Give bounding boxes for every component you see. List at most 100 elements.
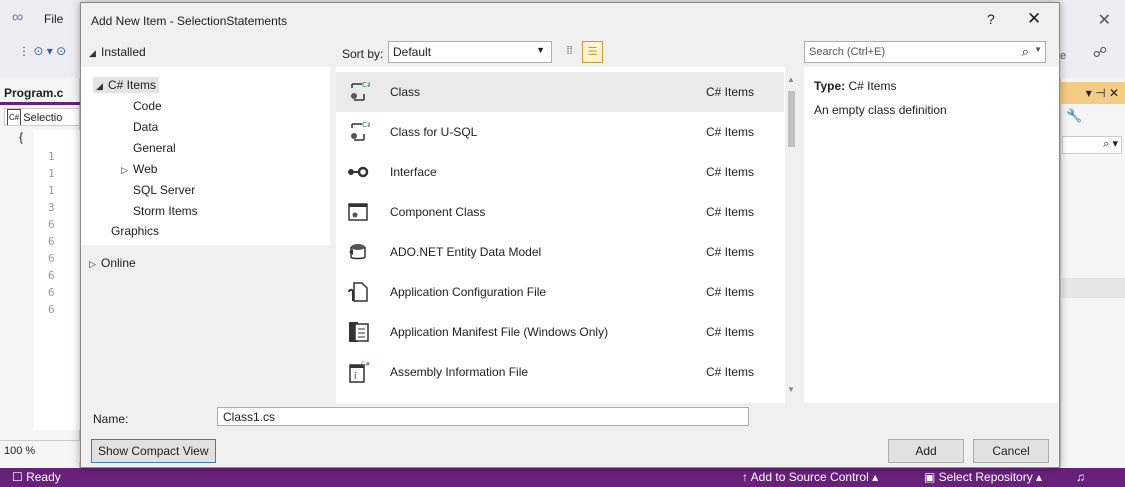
name-input[interactable]: Class1.cs xyxy=(217,407,749,426)
template-row-assembly-info[interactable]: i C# Assembly Information File C# Items xyxy=(336,352,784,392)
template-row-usql-class[interactable]: C# Class for U-SQL C# Items xyxy=(336,112,784,152)
navigation-combo[interactable]: C# Selectio xyxy=(4,108,80,126)
status-ready: ☐ Ready xyxy=(12,470,61,484)
vs-text-fragment: e xyxy=(1060,50,1067,62)
template-category: C# Items xyxy=(706,125,755,139)
help-button[interactable]: ? xyxy=(987,11,995,27)
tree-installed-label: Installed xyxy=(101,45,146,59)
template-category: C# Items xyxy=(706,325,755,339)
scroll-down-icon[interactable]: ▼ xyxy=(787,385,795,394)
line-number: 3 xyxy=(48,201,55,214)
sort-by-label: Sort by: xyxy=(342,47,384,61)
template-row-manifest-file[interactable]: Application Manifest File (Windows Only)… xyxy=(336,312,784,352)
svg-text:C#: C# xyxy=(362,81,370,89)
template-row-class[interactable]: C# Class C# Items xyxy=(336,72,784,112)
tree-item-general[interactable]: General xyxy=(133,141,176,155)
interface-icon xyxy=(348,166,369,178)
template-name: ADO.NET Entity Data Model xyxy=(390,245,542,259)
menu-file[interactable]: File xyxy=(44,12,63,26)
add-to-source-control[interactable]: ↑ Add to Source Control ▴ xyxy=(742,468,878,487)
template-name: Component Class xyxy=(390,205,486,219)
search-placeholder: Search (Ctrl+E) xyxy=(809,46,886,58)
dialog-close-button[interactable]: ✕ xyxy=(1027,9,1041,29)
svg-text:C#: C# xyxy=(362,121,370,129)
chevron-down-icon[interactable]: ▼ xyxy=(1034,45,1042,54)
template-list-scrollbar[interactable]: ▲ ▼ xyxy=(785,67,798,403)
tree-installed[interactable]: ◢ Installed xyxy=(89,45,146,59)
tool-search-icon[interactable]: ⌕ ▾ xyxy=(1062,136,1122,154)
search-icon[interactable]: ⌕ xyxy=(1022,44,1029,60)
details-pane: Type: C# Items An empty class definition xyxy=(804,67,1059,403)
source-control-label: Add to Source Control xyxy=(750,470,869,484)
scroll-thumb[interactable] xyxy=(788,91,795,147)
wrench-icon[interactable]: 🔧 xyxy=(1066,108,1082,124)
repository-label: Select Repository xyxy=(938,470,1033,484)
status-bar: ☐ Ready ↑ Add to Source Control ▴ ▣ Sele… xyxy=(0,468,1125,487)
template-list: C# Class C# Items C# Class for U-SQL C# … xyxy=(336,67,798,403)
line-number: 1 xyxy=(48,167,55,180)
template-category: C# Items xyxy=(706,365,755,379)
zoom-level[interactable]: 100 % xyxy=(0,440,80,462)
add-button[interactable]: Add xyxy=(888,439,964,463)
cancel-button[interactable]: Cancel xyxy=(973,439,1049,463)
template-row-interface[interactable]: Interface C# Items xyxy=(336,152,784,192)
tree-item-csharp-items[interactable]: ◢ C# Items xyxy=(93,77,160,93)
document-tab-indicator xyxy=(0,102,80,105)
sort-by-select[interactable]: Default ▼ xyxy=(388,41,552,63)
tree-item-storm-items[interactable]: Storm Items xyxy=(133,204,198,218)
manifest-file-icon xyxy=(349,322,369,342)
line-number: 6 xyxy=(48,235,55,248)
collapsed-triangle-icon: ▷ xyxy=(121,165,128,175)
visual-studio-logo-icon: ∞ xyxy=(12,9,24,26)
tree-item-data[interactable]: Data xyxy=(133,120,158,134)
expanded-triangle-icon: ◢ xyxy=(96,81,103,91)
details-description: An empty class definition xyxy=(814,103,947,117)
template-category: C# Items xyxy=(706,285,755,299)
feedback-icon[interactable]: ☍ xyxy=(1093,44,1107,61)
template-row-entity-model[interactable]: ADO.NET Entity Data Model C# Items xyxy=(336,232,784,272)
tree-item-label: Web xyxy=(133,162,158,176)
line-number: 6 xyxy=(48,303,55,316)
search-input[interactable]: Search (Ctrl+E) ⌕ ▼ xyxy=(804,41,1046,63)
vs-close-icon[interactable]: ✕ xyxy=(1098,10,1111,30)
details-type: Type: C# Items xyxy=(814,79,896,93)
grid-view-icon[interactable]: ⁞⁞ xyxy=(559,41,580,63)
notifications-bell-icon[interactable]: ♫ xyxy=(1076,468,1085,487)
svg-text:C#: C# xyxy=(361,361,370,368)
tree-item-graphics[interactable]: Graphics xyxy=(111,224,159,238)
template-category: C# Items xyxy=(706,85,755,99)
line-number: 6 xyxy=(48,286,55,299)
template-name: Class for U-SQL xyxy=(390,125,478,139)
template-category: C# Items xyxy=(706,205,755,219)
details-type-value: C# Items xyxy=(848,79,897,93)
line-number: 1 xyxy=(48,184,55,197)
tree-online[interactable]: ▷ Online xyxy=(89,256,136,270)
category-tree: ◢ C# Items Code Data General ▷ Web SQL Ser… xyxy=(81,67,330,245)
outline-brace-icon: { xyxy=(19,130,24,144)
template-row-component-class[interactable]: Component Class C# Items xyxy=(336,192,784,232)
assembly-info-icon: i C# xyxy=(349,361,370,383)
details-type-label: Type: xyxy=(814,79,846,93)
tree-item-code[interactable]: Code xyxy=(133,99,162,113)
template-name: Class xyxy=(390,85,421,99)
list-view-icon[interactable]: ☰ xyxy=(582,41,603,63)
template-row-config-file[interactable]: Application Configuration File C# Items xyxy=(336,272,784,312)
collapsed-triangle-icon: ▷ xyxy=(89,259,96,269)
line-number: 1 xyxy=(48,150,55,163)
name-label: Name: xyxy=(93,412,129,426)
navigation-combo-label: Selectio xyxy=(23,112,63,124)
show-compact-view-button[interactable]: Show Compact View xyxy=(91,439,216,463)
tree-item-web[interactable]: ▷ Web xyxy=(121,162,157,176)
template-name: Interface xyxy=(390,165,437,179)
scroll-up-icon[interactable]: ▲ xyxy=(787,75,795,84)
select-repository[interactable]: ▣ Select Repository ▴ xyxy=(924,468,1042,487)
expanded-triangle-icon: ◢ xyxy=(89,48,96,58)
tree-online-label: Online xyxy=(101,256,136,270)
navigate-back-icon[interactable]: ⋮ ⊙ ▾ ⊙ xyxy=(18,44,66,58)
dialog-titlebar: Add New Item - SelectionStatements ? ✕ xyxy=(81,3,1059,39)
tree-item-sql-server[interactable]: SQL Server xyxy=(133,183,195,197)
config-file-icon xyxy=(348,282,368,302)
component-class-icon xyxy=(348,203,368,221)
tool-window-header[interactable]: ▾ ⊣ ✕ xyxy=(1060,82,1125,104)
document-tab[interactable]: Program.c xyxy=(4,86,63,100)
